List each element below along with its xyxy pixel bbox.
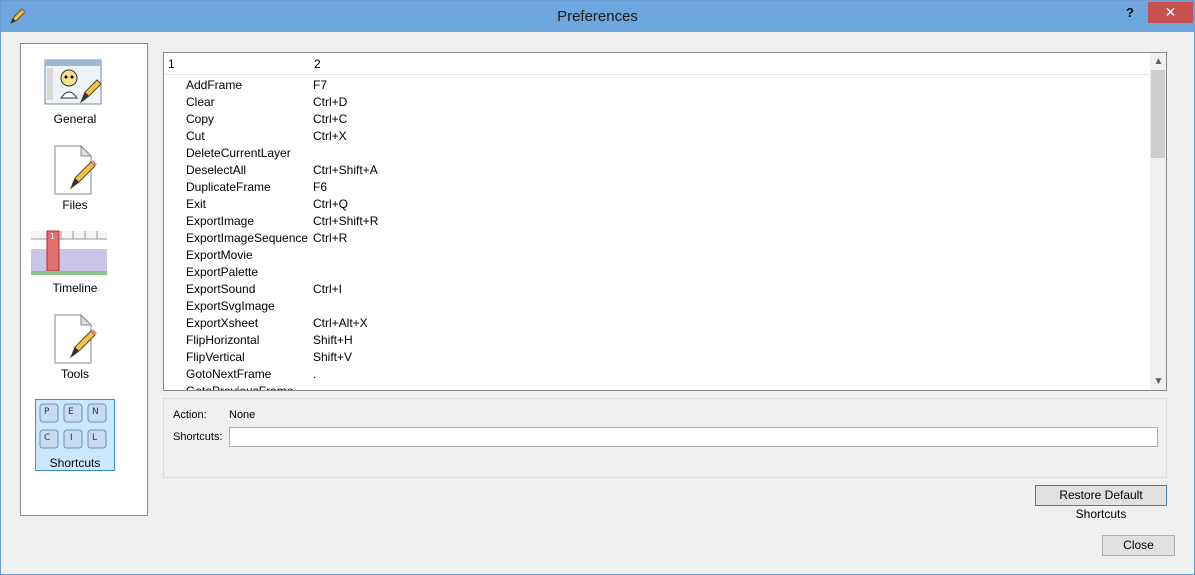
shortcuts-icon: P E N C I L — [39, 402, 107, 454]
timeline-icon: 1 — [31, 227, 107, 279]
category-label: General — [53, 112, 97, 126]
column-header-action[interactable]: 1 — [168, 57, 175, 71]
table-row[interactable]: ExportXsheet Ctrl+Alt+X — [164, 314, 1150, 331]
table-row[interactable]: GotoPreviousFrame — [164, 382, 1150, 391]
vertical-scrollbar[interactable]: ▲ ▼ — [1150, 53, 1166, 390]
shortcut-cell: Ctrl+D — [313, 95, 348, 109]
shortcut-cell: Ctrl+R — [313, 231, 348, 245]
category-general[interactable]: General — [35, 56, 115, 128]
table-row[interactable]: ExportSvgImage — [164, 297, 1150, 314]
table-row[interactable]: DuplicateFrame F6 — [164, 178, 1150, 195]
action-cell: ExportPalette — [186, 265, 259, 279]
title-bar: Preferences ? ✕ — [1, 1, 1194, 32]
help-button[interactable]: ? — [1120, 5, 1140, 25]
scrollbar-thumb[interactable] — [1151, 70, 1165, 158]
action-cell: FlipVertical — [186, 350, 245, 364]
category-shortcuts[interactable]: P E N C I L Shortcuts — [35, 399, 115, 471]
shortcut-cell: Ctrl+Shift+R — [313, 214, 379, 228]
action-value: None — [229, 409, 256, 421]
shortcut-cell: Ctrl+Shift+A — [313, 163, 378, 177]
action-cell: DuplicateFrame — [186, 180, 271, 194]
category-tools[interactable]: Tools — [35, 311, 115, 383]
action-cell: GotoNextFrame — [186, 367, 272, 381]
svg-text:1: 1 — [50, 232, 55, 241]
table-header: 1 2 — [164, 53, 1150, 75]
table-body: AddFrame F7 Clear Ctrl+D Copy Ctrl+C Cut Ctrl+X… — [164, 76, 1150, 391]
action-cell: Exit — [186, 197, 207, 211]
shortcut-cell: F7 — [313, 78, 328, 92]
action-cell: GotoPreviousFrame — [186, 384, 294, 391]
svg-text:P: P — [44, 407, 50, 417]
category-label: Tools — [60, 367, 89, 381]
shortcut-cell: F6 — [313, 180, 328, 194]
window-title: Preferences — [557, 8, 638, 25]
shortcut-cell: Shift+H — [313, 333, 353, 347]
table-row[interactable]: ExportMovie — [164, 246, 1150, 263]
table-row[interactable]: DeselectAll Ctrl+Shift+A — [164, 161, 1150, 178]
svg-text:I: I — [70, 433, 73, 443]
category-label: Shortcuts — [49, 456, 101, 470]
scroll-down-arrow-icon[interactable]: ▼ — [1150, 373, 1166, 390]
category-timeline[interactable]: 1 Timeline — [31, 225, 115, 297]
action-cell: Cut — [186, 129, 205, 143]
window-close-button[interactable]: ✕ — [1148, 2, 1193, 23]
shortcuts-label: Shortcuts: — [173, 431, 223, 443]
scroll-up-arrow-icon[interactable]: ▲ — [1150, 53, 1166, 70]
shortcut-details-panel: Action: None Shortcuts: — [163, 398, 1167, 478]
category-label: Timeline — [52, 281, 98, 295]
table-row[interactable]: DeleteCurrentLayer — [164, 144, 1150, 161]
action-cell: FlipHorizontal — [186, 333, 260, 347]
svg-text:L: L — [92, 433, 97, 443]
svg-text:N: N — [92, 407, 99, 417]
preferences-window: Preferences ? ✕ General Files 1 Timeline… — [0, 0, 1195, 575]
shortcut-cell: . — [313, 367, 317, 381]
action-cell: ExportMovie — [186, 248, 253, 262]
shortcut-cell: Shift+V — [313, 350, 353, 364]
table-row[interactable]: ExportSound Ctrl+I — [164, 280, 1150, 297]
action-cell: ExportSound — [186, 282, 256, 296]
action-cell: DeleteCurrentLayer — [186, 146, 291, 160]
table-row[interactable]: Clear Ctrl+D — [164, 93, 1150, 110]
action-cell: ExportXsheet — [186, 316, 259, 330]
category-label: Files — [62, 198, 88, 212]
shortcut-cell: Ctrl+Q — [313, 197, 349, 211]
action-cell: ExportImage — [186, 214, 255, 228]
table-row[interactable]: FlipVertical Shift+V — [164, 348, 1150, 365]
restore-default-shortcuts-button[interactable]: Restore Default Shortcuts — [1035, 485, 1167, 521]
table-row[interactable]: Copy Ctrl+C — [164, 110, 1150, 127]
column-header-shortcut[interactable]: 2 — [314, 57, 321, 71]
action-cell: Copy — [186, 112, 215, 126]
table-row[interactable]: FlipHorizontal Shift+H — [164, 331, 1150, 348]
action-cell: AddFrame — [186, 78, 243, 92]
files-icon — [41, 144, 105, 196]
dialog-body: General Files 1 Timeline Tools P E N C I… — [9, 32, 1186, 568]
table-row[interactable]: ExportPalette — [164, 263, 1150, 280]
close-button[interactable]: Close — [1102, 535, 1175, 556]
shortcut-cell: Ctrl+X — [313, 129, 347, 143]
category-list[interactable]: General Files 1 Timeline Tools P E N C I… — [20, 43, 148, 516]
action-cell: Clear — [186, 95, 215, 109]
category-files[interactable]: Files — [35, 142, 115, 214]
action-cell: ExportSvgImage — [186, 299, 275, 313]
action-cell: DeselectAll — [186, 163, 247, 177]
shortcut-input[interactable] — [229, 427, 1158, 447]
table-row[interactable]: ExportImage Ctrl+Shift+R — [164, 212, 1150, 229]
action-label: Action: — [173, 409, 207, 421]
table-row[interactable]: GotoNextFrame. — [164, 365, 1150, 382]
shortcut-cell: Ctrl+I — [313, 282, 343, 296]
shortcut-cell: Ctrl+Alt+X — [313, 316, 368, 330]
tools-icon — [41, 313, 105, 365]
table-row[interactable]: ExportImageSequence Ctrl+R — [164, 229, 1150, 246]
shortcuts-table: 1 2 AddFrame F7 Clear Ctrl+D Copy Ctrl+C Cut Ct… — [163, 52, 1167, 391]
shortcut-cell: Ctrl+C — [313, 112, 348, 126]
svg-text:E: E — [68, 407, 74, 417]
table-row[interactable]: Exit Ctrl+Q — [164, 195, 1150, 212]
general-icon — [41, 58, 105, 110]
svg-text:C: C — [44, 433, 50, 443]
table-row[interactable]: AddFrame F7 — [164, 76, 1150, 93]
action-cell: ExportImageSequence — [186, 231, 309, 245]
table-row[interactable]: Cut Ctrl+X — [164, 127, 1150, 144]
